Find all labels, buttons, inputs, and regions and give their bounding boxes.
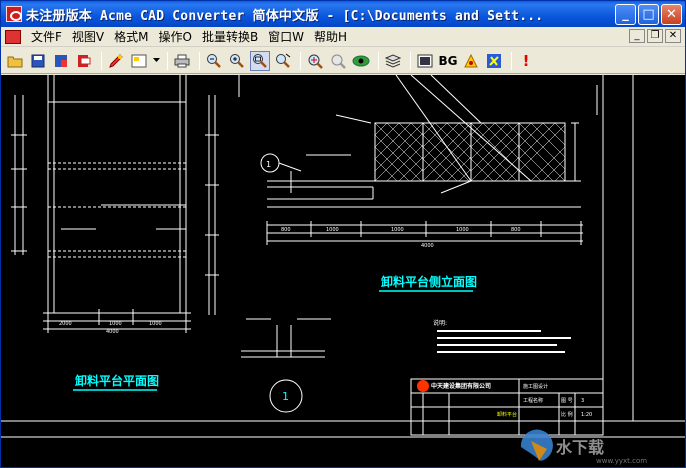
toolbar: BG !: [1, 48, 685, 74]
toolbar-separator: [378, 51, 379, 70]
window-title: 未注册版本 Acme CAD Converter 简体中文版 - [C:\Doc…: [26, 8, 544, 24]
application-window: 未注册版本 Acme CAD Converter 简体中文版 - [C:\Doc…: [0, 0, 686, 468]
minimize-button[interactable]: _: [615, 4, 636, 25]
zoom-in-icon[interactable]: [227, 51, 247, 71]
mesh-hatch: [374, 122, 566, 182]
title-block-cell: 比 例: [561, 411, 573, 418]
watermark-text: 水下载: [556, 438, 604, 457]
menu-window[interactable]: 窗口W: [264, 28, 308, 45]
background-icon[interactable]: BG: [438, 51, 458, 71]
info-glyph: !: [522, 51, 530, 70]
watermark-url: www.yyxt.com: [596, 457, 647, 465]
toolbar-separator: [199, 51, 200, 70]
plan-view-title: 卸料平台平面图: [75, 373, 159, 388]
display-icon[interactable]: [415, 51, 435, 71]
menu-file[interactable]: 文件F: [27, 28, 66, 45]
dimension-text: 4000: [106, 329, 119, 335]
doc-restore-button[interactable]: ❐: [647, 29, 663, 43]
title-block-cell: 1:20: [581, 412, 592, 418]
dimension-text: 800: [511, 227, 521, 233]
project-name: 卸料平台: [497, 411, 517, 418]
zoom-extents-icon[interactable]: [305, 51, 325, 71]
menu-help[interactable]: 帮助H: [310, 28, 351, 45]
side-elevation-view: [260, 75, 598, 245]
dimension-text: 1000: [326, 227, 339, 233]
chevron-down-icon[interactable]: [152, 51, 160, 71]
zoom-window-icon[interactable]: [250, 50, 270, 71]
detail-number: 1: [282, 390, 289, 403]
menu-view[interactable]: 视图V: [68, 28, 108, 45]
company-logo-icon: [417, 380, 429, 392]
menu-batch-convert[interactable]: 批量转换B: [198, 28, 262, 45]
app-logo-icon[interactable]: [6, 6, 22, 22]
doc-minimize-button[interactable]: _: [629, 29, 645, 43]
menu-format[interactable]: 格式M: [110, 28, 152, 45]
section-marker: 1: [266, 160, 271, 169]
layers-icon[interactable]: [383, 51, 403, 71]
toolbar-separator: [101, 51, 102, 70]
save-as-icon[interactable]: [51, 51, 71, 71]
eye-icon[interactable]: [351, 51, 371, 71]
open-icon[interactable]: [5, 51, 25, 71]
toolbar-separator: [410, 51, 411, 70]
notes-text-lines: [437, 330, 571, 353]
dimension-text: 1000: [456, 227, 469, 233]
dimension-text: 2000: [59, 321, 72, 327]
zoom-out-icon[interactable]: [204, 51, 224, 71]
info-icon[interactable]: !: [516, 51, 536, 71]
maximize-button[interactable]: □: [638, 4, 659, 25]
dimension-text: 800: [281, 227, 291, 233]
measure-icon[interactable]: [484, 51, 504, 71]
title-block-cell: 图 号: [561, 398, 573, 404]
side-elevation-title: 卸料平台侧立面图: [381, 274, 477, 289]
drawing-canvas[interactable]: 2000 1000 1000 4000 800 1000 1000 1000 8…: [1, 75, 685, 467]
dimension-text: 1000: [391, 227, 404, 233]
document-icon[interactable]: [5, 29, 21, 44]
company-name: 中天建设集团有限公司: [431, 382, 491, 390]
dimension-text: 4000: [421, 243, 434, 249]
title-block-cell: 施工图设计: [523, 383, 548, 390]
pen-icon[interactable]: [106, 51, 126, 71]
title-block-cell: 工程名称: [523, 397, 543, 404]
font-icon[interactable]: [461, 51, 481, 71]
background-label: BG: [438, 53, 458, 68]
menu-operation[interactable]: 操作O: [154, 28, 195, 45]
save-icon[interactable]: [28, 51, 48, 71]
export-icon[interactable]: [74, 51, 94, 71]
doc-close-button[interactable]: ✕: [665, 29, 681, 43]
toolbar-separator: [300, 51, 301, 70]
toolbar-separator: [167, 51, 168, 70]
title-bar[interactable]: 未注册版本 Acme CAD Converter 简体中文版 - [C:\Doc…: [1, 1, 685, 27]
zoom-realtime-icon[interactable]: [328, 51, 348, 71]
notes-heading: 说明:: [433, 319, 447, 327]
menu-bar: 文件F 视图V 格式M 操作O 批量转换B 窗口W 帮助H _ ❐ ✕: [1, 27, 685, 47]
plan-view: [11, 75, 219, 333]
dimension-text: 1000: [109, 321, 122, 327]
zoom-pan-icon[interactable]: [273, 51, 293, 71]
title-block-cell: 3: [581, 398, 584, 404]
document-window-controls: _ ❐ ✕: [629, 29, 681, 43]
layout-icon[interactable]: [129, 51, 149, 71]
dimension-text: 1000: [149, 321, 162, 327]
print-icon[interactable]: [172, 51, 192, 71]
close-button[interactable]: ✕: [661, 4, 682, 25]
toolbar-separator: [511, 51, 512, 70]
cad-drawing: 2000 1000 1000 4000 800 1000 1000 1000 8…: [1, 75, 685, 465]
